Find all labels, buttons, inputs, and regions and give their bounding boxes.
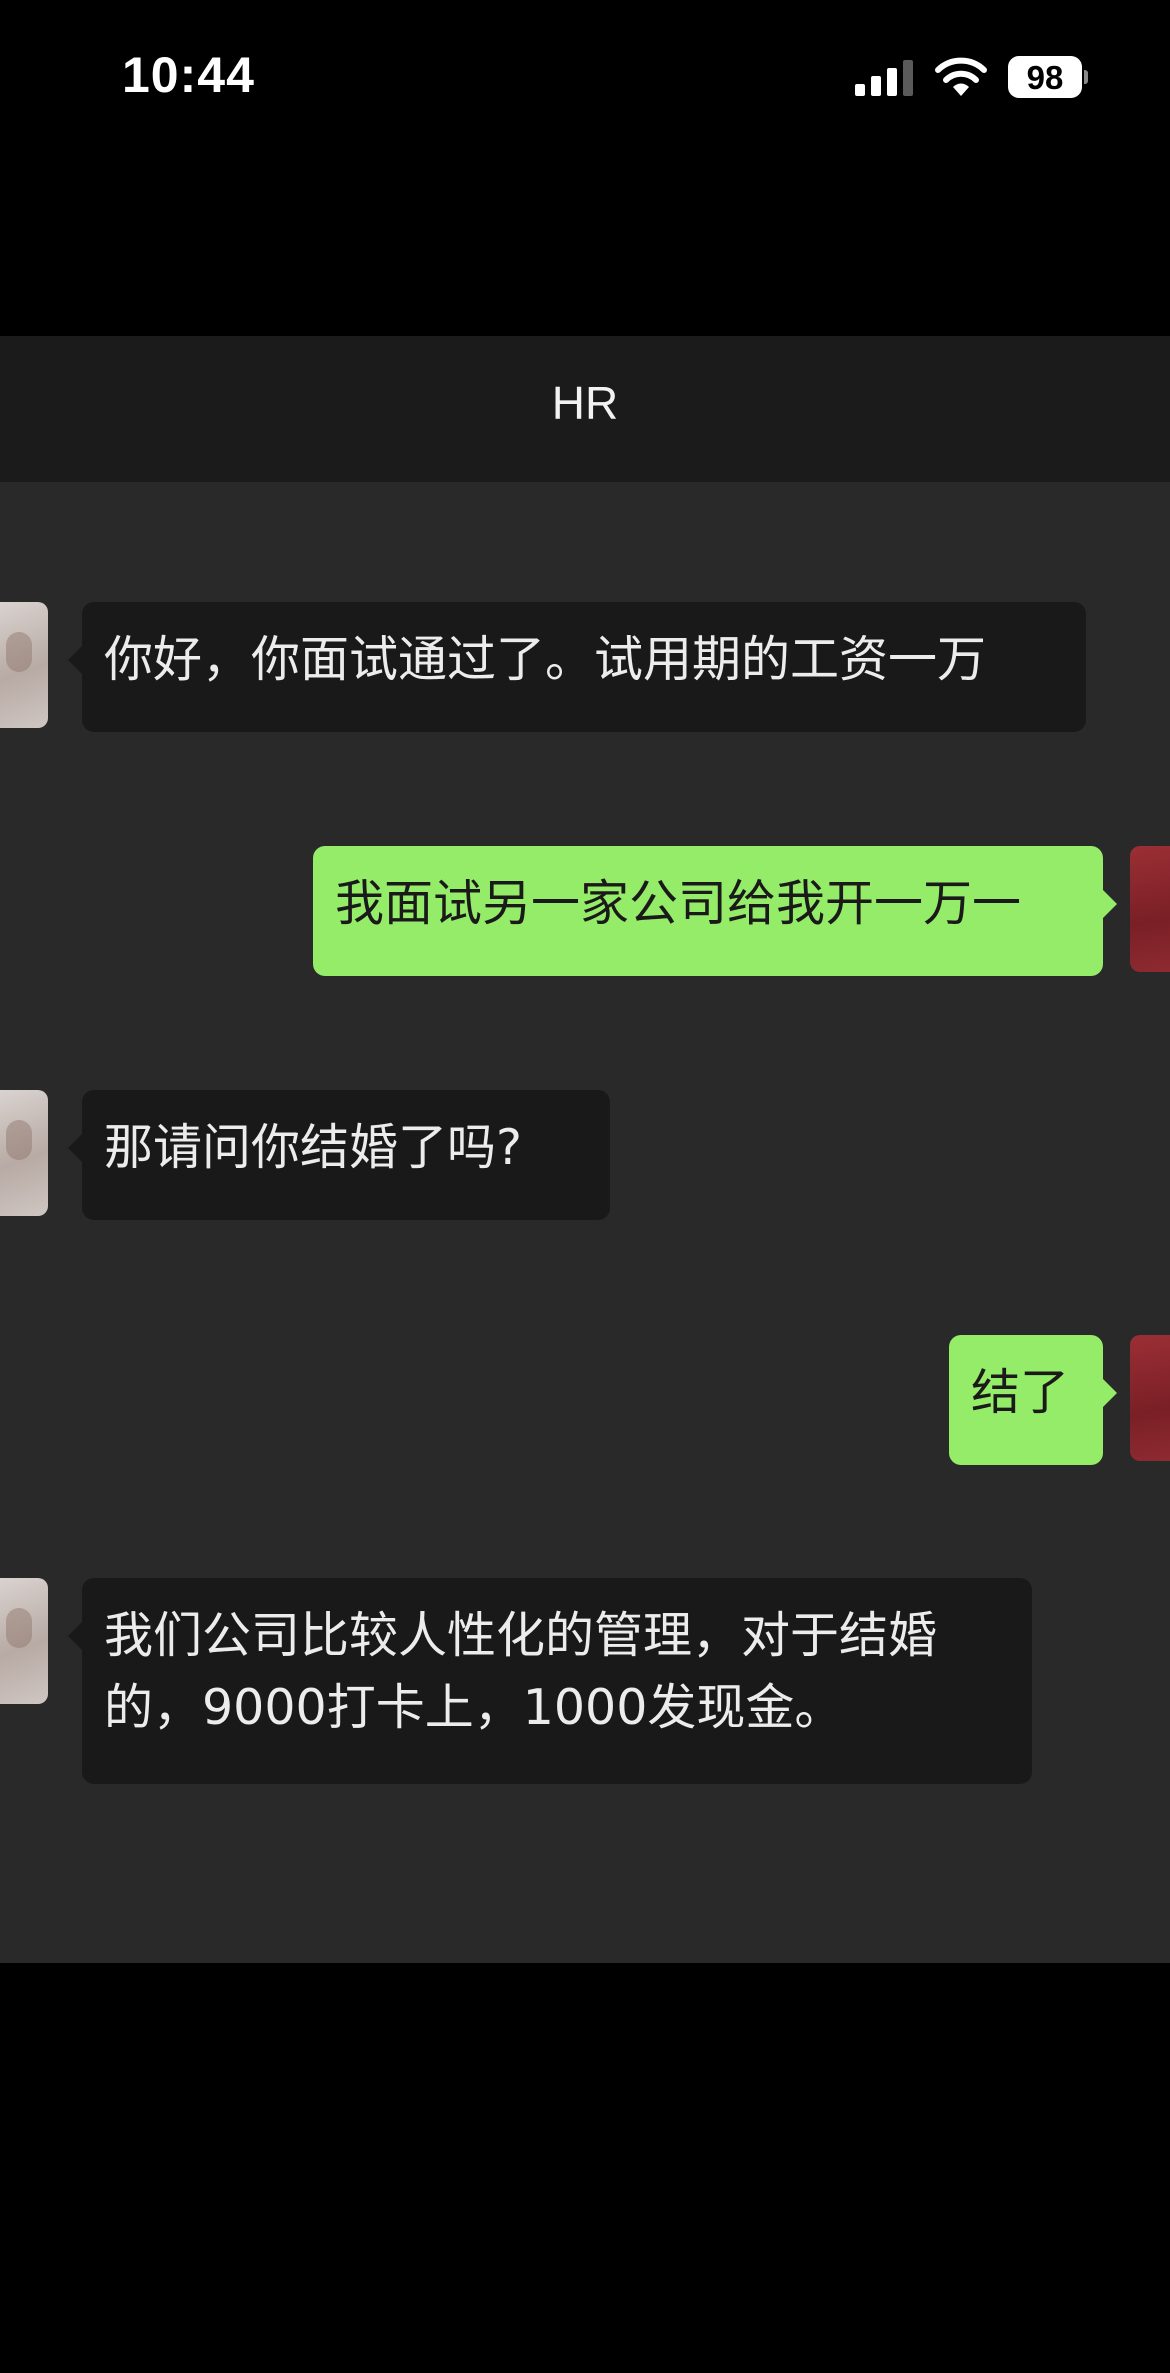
message-bubble-outgoing[interactable]: 结了 [949,1335,1117,1465]
message-text: 结了 [971,1364,1070,1421]
chat-title: HR [551,377,619,429]
battery-cap [1084,70,1088,84]
battery-level: 98 [1026,58,1064,96]
signal-icon [855,60,913,96]
message-bubble-outgoing[interactable]: 我面试另一家公司给我开一万一 [313,846,1117,976]
message-bubble-incoming[interactable]: 那请问你结婚了吗? [68,1090,610,1220]
message-text: 你好，你面试通过了。试用期的工资一万 [104,631,987,688]
status-bar: 10:44 98 [0,0,1170,160]
battery-body: 98 [1008,56,1082,98]
message-bubble-incoming[interactable]: 你好，你面试通过了。试用期的工资一万 [68,602,1086,732]
hr-avatar[interactable] [0,1090,48,1216]
battery-icon: 98 [1008,56,1088,98]
hr-avatar[interactable] [0,602,48,728]
status-time: 10:44 [122,47,255,103]
wifi-icon [935,57,987,96]
message-text: 我们公司比较人性化的管理，对于结婚的，9000打卡上，1000发现金。 [104,1607,938,1736]
my-avatar[interactable] [1130,846,1170,972]
message-bubble-incoming[interactable]: 我们公司比较人性化的管理，对于结婚的，9000打卡上，1000发现金。 [68,1578,1032,1784]
chat-screen: HR 你好，你面试通过了。试用期的工资一万 我面试另一家公司给我开一万一 那请问… [0,336,1170,1963]
message-text: 那请问你结婚了吗? [104,1119,523,1176]
message-text: 我面试另一家公司给我开一万一 [335,875,1022,932]
chat-nav-bar: HR [0,336,1170,482]
message-list[interactable]: 你好，你面试通过了。试用期的工资一万 我面试另一家公司给我开一万一 那请问你结婚… [0,482,1170,1963]
hr-avatar[interactable] [0,1578,48,1704]
my-avatar[interactable] [1130,1335,1170,1461]
